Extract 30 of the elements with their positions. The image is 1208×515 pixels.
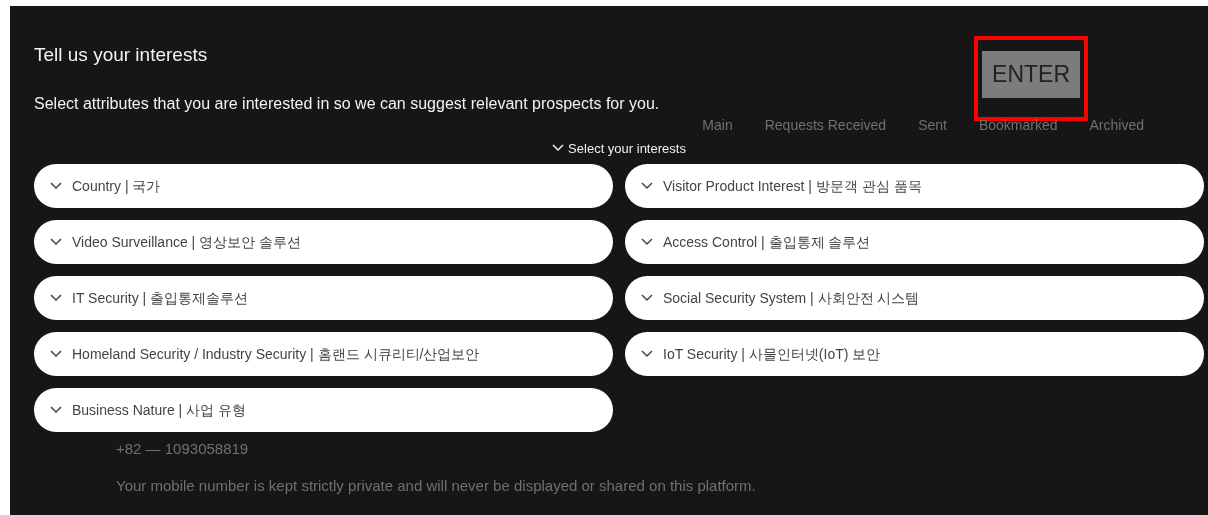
chevron-icon	[50, 238, 62, 246]
chevron-icon	[50, 350, 62, 358]
chevron-icon	[641, 350, 653, 358]
interest-dropdown[interactable]: Country | 국가	[34, 164, 613, 208]
interest-dropdown[interactable]: Business Nature | 사업 유형	[34, 388, 613, 432]
modal-title: Tell us your interests	[34, 43, 209, 67]
interest-dropdown[interactable]: IT Security | 출입통제솔루션	[34, 276, 613, 320]
modal-subtitle: Select attributes that you are interested in so we can suggest relevant prospects for you.	[34, 93, 661, 114]
interest-dropdown[interactable]: Visitor Product Interest | 방문객 관심 품목	[625, 164, 1204, 208]
chevron-icon	[552, 144, 565, 153]
chevron-icon	[50, 406, 62, 414]
chevron-icon	[641, 294, 653, 302]
chevron-icon	[641, 182, 653, 190]
phone-number: +82 — 1093058819	[116, 439, 250, 459]
interest-dropdown[interactable]: IoT Security | 사물인터넷(IoT) 보안	[625, 332, 1204, 376]
interest-dropdown[interactable]: Social Security System | 사회안전 시스템	[625, 276, 1204, 320]
background-tab-label: Main	[702, 115, 733, 135]
background-tab-label: Bookmarked	[978, 115, 1058, 135]
chevron-icon	[50, 182, 62, 190]
interest-dropdown[interactable]: Homeland Security / Industry Security | 홈랜드 시큐리티/산업보안	[34, 332, 613, 376]
section-toggle[interactable]: Select your interests	[552, 138, 686, 158]
chevron-icon	[50, 294, 62, 302]
background-tab-label: Requests Received	[764, 115, 887, 135]
background-tab-label: Sent	[918, 115, 947, 135]
interest-dropdown[interactable]: Access Control | 출입통제 솔루션	[625, 220, 1204, 264]
background-tab-label: Archived	[1089, 115, 1144, 135]
enter-button[interactable]: ENTER	[982, 51, 1080, 98]
privacy-note: Your mobile number is kept strictly private and will never be displayed or shared on this platform.	[116, 475, 757, 496]
chevron-icon	[641, 238, 653, 246]
interest-dropdown[interactable]: Video Surveillance | 영상보안 솔루션	[34, 220, 613, 264]
